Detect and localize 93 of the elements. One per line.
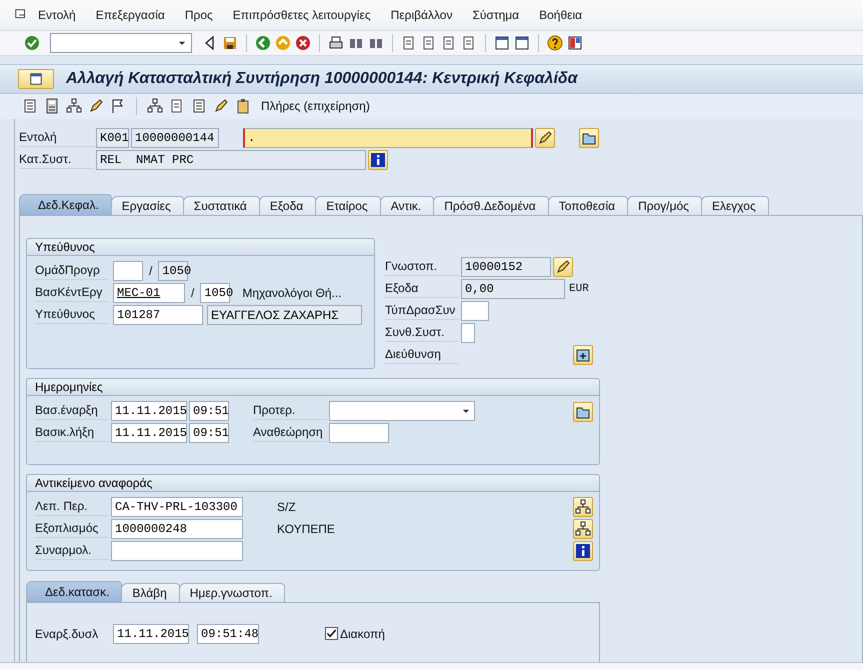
window-title: Αλλαγή Κατασταλτική Συντήρηση 10000000144: Κεντρική Κεφαλίδα [66,70,578,88]
field-label: Διεύθυνση [385,345,459,364]
calculator-icon[interactable] [44,98,60,114]
input-field[interactable] [113,260,143,281]
input-field[interactable]: 11.11.2015 [113,624,189,644]
field-text: S/Z [277,500,296,514]
separator-slash: / [148,264,154,278]
separator-slash: / [190,286,196,300]
field-label: Κατ.Συστ. [19,150,94,170]
field-label: ΤύπΔρασΣυν [385,301,459,320]
menu-item[interactable]: Επιπρόσθετες λειτουργίες [222,8,381,22]
group-title: Αντικείμενο αναφοράς [27,474,599,492]
field-label: Αναθεώρηση [253,423,327,442]
tab[interactable]: Εργασίες [110,196,184,215]
window-icon[interactable] [514,35,530,52]
tab[interactable]: Προγ/μός [627,196,702,215]
flag-icon[interactable] [110,98,126,114]
display-field[interactable]: ΕΥΑΓΓΕΛΟΣ ΖΑΧΑΡΗΣ [207,304,362,325]
screen-icon[interactable] [29,72,43,86]
field-text: ΚΟΥΠΕΠΕ [277,522,335,536]
field-label: ΟμάδΠρογρ [35,261,109,280]
back-icon[interactable] [255,35,271,52]
input-field[interactable] [329,422,389,443]
field-label: Εντολή [19,128,94,148]
hierarchy-icon[interactable] [66,98,82,114]
input-field[interactable]: 11.11.2015 [111,400,187,421]
group-title: Υπεύθυνος [27,238,374,256]
display-field[interactable]: REL NMAT PRC [96,150,366,170]
display-field[interactable]: K001 [96,128,129,148]
field-label: Λεπ. Περ. [35,497,109,516]
field-label: Εξοδα [385,279,459,298]
field-label: Υπεύθυνος [35,305,109,324]
document-icon[interactable] [22,98,38,114]
menu-item[interactable]: Βοήθεια [529,8,592,22]
check-icon[interactable] [24,35,40,52]
print-icon[interactable] [328,35,344,52]
group-title: Ημερομηνίες [27,378,599,396]
pencil-icon[interactable] [88,98,104,114]
tab[interactable]: Εταίρος [315,196,381,215]
menu-item[interactable]: Προς [174,8,223,22]
field-label: Εξοπλισμός [35,519,109,538]
display-field[interactable]: 1050 [158,260,188,281]
dropdown-field[interactable] [329,400,475,421]
tab[interactable]: Εξοδα [258,196,316,215]
full-view-button[interactable]: Πλήρες (επιχείρηση) [257,99,374,114]
tab[interactable]: Πρόσθ.Δεδομένα [433,196,549,215]
input-field[interactable]: 1050 [200,282,230,303]
input-field[interactable]: 09:51 [189,400,229,421]
field-label: Βασικ.λήξη [35,423,109,442]
field-label: Προτερ. [253,401,327,420]
input-field[interactable]: MEC-01 [113,282,185,303]
tab[interactable]: Δεδ.Κεφαλ. [19,194,112,215]
field-label: Συνθ.Συστ. [385,323,459,342]
input-field[interactable]: 09:51:48 [197,624,259,644]
list-icon[interactable] [191,98,207,114]
checkbox-label: Διακοπή [340,626,385,641]
display-field[interactable]: 0,00 [461,278,565,299]
currency-text: EUR [569,282,589,295]
tab[interactable]: Ημερ.γνωστοπ. [178,582,286,602]
layout-icon[interactable] [567,35,583,52]
command-field[interactable] [50,33,192,54]
hierarchy-icon[interactable] [147,98,163,114]
field-text: Μηχανολόγοι Θή... [242,286,342,300]
field-label: ΒασΚέντΕργ [35,283,109,302]
field-label: Εναρξ.δυσλ [35,626,100,641]
clipboard-icon[interactable] [235,98,251,114]
window-icon[interactable] [494,35,510,52]
field-label: Γνωστοπ. [385,257,459,276]
menu-item[interactable]: Επεξεργασία [86,8,175,22]
save-icon[interactable] [222,35,238,52]
input-field[interactable]: 09:51 [189,422,229,443]
display-field[interactable]: 10000152 [461,256,551,277]
input-field[interactable] [461,300,489,321]
tab[interactable]: Δεδ.κατασκ. [26,580,122,602]
menu-item[interactable]: Εντολή [28,8,86,22]
menu-button[interactable] [18,69,54,90]
input-field[interactable]: 11.11.2015 [111,422,187,443]
cancel-icon[interactable] [295,35,311,52]
pencil-icon[interactable] [213,98,229,114]
tab[interactable]: Ελεγχος [700,196,769,215]
input-field[interactable]: . [243,128,533,148]
menu-item[interactable]: Σύστημα [462,8,530,22]
input-field[interactable]: 1000000248 [111,518,243,539]
help-icon[interactable] [547,35,563,52]
input-field[interactable] [111,540,243,561]
input-field[interactable]: 101287 [113,304,203,325]
input-field[interactable]: CA-THV-PRL-103300 [111,496,243,517]
display-field[interactable]: 10000000144 [131,128,219,148]
tab[interactable]: Βλάβη [121,582,180,602]
input-field[interactable] [461,322,475,343]
field-label: Βασ.έναρξη [35,401,109,420]
field-label: Συναρμολ. [35,541,109,560]
menu-item[interactable]: Περιβάλλον [380,8,462,22]
